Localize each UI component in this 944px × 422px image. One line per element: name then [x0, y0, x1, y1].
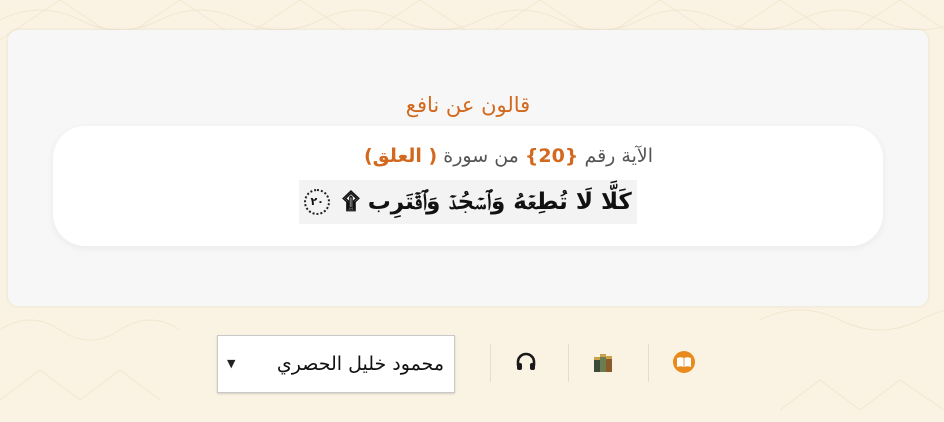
verse-number: {20}: [524, 145, 579, 167]
verse-words: كَلَّا لَا تُطِعۡهُ وَٱسۡجُدۡ وَٱقۡتَرِب…: [342, 188, 632, 215]
headphones-icon: [516, 352, 536, 370]
reciter-select[interactable]: محمود خليل الحصري ▼: [217, 335, 455, 393]
narration-panel: قالون عن نافع الآية رقم {20} من سورة ( ا…: [8, 30, 928, 306]
toolbar: محمود خليل الحصري ▼: [214, 332, 724, 393]
verse-card: الآية رقم {20} من سورة ( العلق) كَلَّا ل…: [53, 126, 883, 246]
headphones-button[interactable]: [508, 344, 544, 380]
verse-text: كَلَّا لَا تُطِعۡهُ وَٱسۡجُدۡ وَٱقۡتَرِب…: [304, 189, 632, 216]
verse-text-image: كَلَّا لَا تُطِعۡهُ وَٱسۡجُدۡ وَٱقۡتَرِب…: [299, 180, 637, 224]
verse-end-marker: ٢٠: [304, 189, 331, 216]
toolbar-divider: [648, 344, 649, 382]
verse-info-prefix: الآية رقم: [584, 145, 653, 167]
toolbar-divider: [490, 344, 491, 382]
chevron-down-icon: ▼: [227, 357, 236, 370]
read-button[interactable]: [666, 344, 702, 380]
verse-info-middle: من سورة: [443, 145, 519, 167]
verse-info: الآية رقم {20} من سورة ( العلق): [53, 142, 653, 170]
toolbar-divider: [568, 344, 569, 382]
books-icon: [594, 354, 612, 372]
surah-name: ( العلق): [364, 145, 438, 167]
open-book-icon: [673, 351, 695, 373]
reciter-selected-value: محمود خليل الحصري: [276, 353, 444, 375]
narration-title: قالون عن نافع: [405, 93, 531, 117]
books-button[interactable]: [586, 344, 622, 380]
